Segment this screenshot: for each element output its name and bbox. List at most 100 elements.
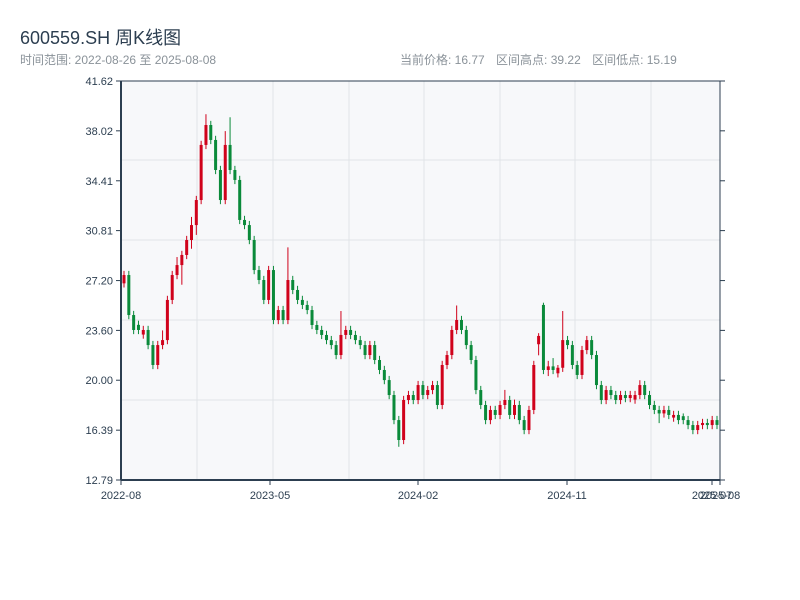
candle-body [619,395,623,401]
candle-body [344,329,348,335]
candle-body [541,304,545,370]
candle [218,165,222,205]
candle-body [136,324,140,330]
candle [127,270,131,320]
y-tick-label: 16.39 [85,425,113,437]
candle-body [165,299,169,341]
candle [199,140,203,205]
candle-body [604,390,608,401]
candle-body [648,395,652,405]
candle-body [223,144,227,201]
candle-body [151,345,155,365]
candle-body [286,280,290,321]
candle-body [594,355,598,386]
candle-body [276,310,280,321]
candle-body [368,345,372,356]
candle-body [252,240,256,271]
candle [214,135,218,175]
candle-body [194,200,198,226]
candle-body [561,340,565,368]
candle-body [691,425,695,431]
candle-body [488,409,492,421]
candle-body [402,400,406,441]
candle [267,265,271,305]
candle-body [397,420,401,441]
candle-body [493,409,497,415]
candle-body [537,335,541,345]
candle-body [705,422,709,426]
candle-body [498,404,502,415]
candle-body [590,340,594,356]
candle-body [228,144,232,170]
candle-body [459,320,463,330]
x-tick-label: 2024-02 [398,490,438,502]
candle-body [257,270,261,281]
candle [474,355,478,395]
candle [435,380,439,410]
candle-body [464,329,468,346]
candle-body [638,385,642,396]
candle [262,275,266,305]
candle-body [479,390,483,405]
candle-body [146,329,150,346]
candle-body [247,225,251,241]
candle-body [662,409,666,414]
candle-body [681,416,685,421]
candle-body [715,420,719,425]
y-tick-label: 27.20 [85,276,113,288]
candle-body [387,380,391,396]
candle-body [522,420,526,431]
candle-body [527,409,531,431]
candle-body [238,179,242,220]
candle-body [556,367,560,374]
candle [156,340,160,370]
candle-body [296,289,300,300]
candle-body [580,350,584,375]
candle [392,390,396,425]
candle-body [469,345,473,361]
candle-body [696,425,700,431]
candle [594,350,598,390]
candle-body [546,366,550,370]
y-tick-label: 23.60 [85,325,113,337]
y-tick-label: 30.81 [85,226,113,238]
candle-body [455,320,459,330]
candle [238,175,242,225]
candle-body [378,360,382,370]
candle-body [440,364,444,405]
candle-body [599,385,603,401]
candle-body [156,345,160,365]
candle-body [324,334,328,341]
candle-body [474,360,478,391]
candle-body [267,270,271,300]
candle-body [628,395,632,399]
candle-body [532,364,536,410]
candle-body [566,340,570,346]
candle-body [503,400,507,405]
candle-body [676,414,680,421]
candle [165,295,169,345]
candle-body [633,395,637,400]
x-tick-label: 2024-11 [547,490,587,502]
candle-body [218,169,222,201]
candle-body [199,144,203,201]
candle-body [652,404,656,410]
candle-body [416,385,420,401]
candle-body [349,329,353,335]
candle-body [141,329,145,335]
y-tick-label: 34.41 [85,176,113,188]
candle-body [392,395,396,421]
y-tick-label: 38.02 [85,126,113,138]
candle-body [373,345,377,361]
candle-body [320,329,324,335]
candle [402,395,406,445]
candle-body [271,270,275,321]
candlestick-chart: 12.79 16.39 20.00 23.60 27.20 30.81 34.41 38.02… [85,76,740,502]
candle-body [315,324,319,330]
candle-body [358,340,362,346]
candle-body [310,310,314,325]
candle-body [686,420,690,426]
candle [151,340,155,370]
candle-body [170,275,174,300]
candle-body [127,275,131,316]
